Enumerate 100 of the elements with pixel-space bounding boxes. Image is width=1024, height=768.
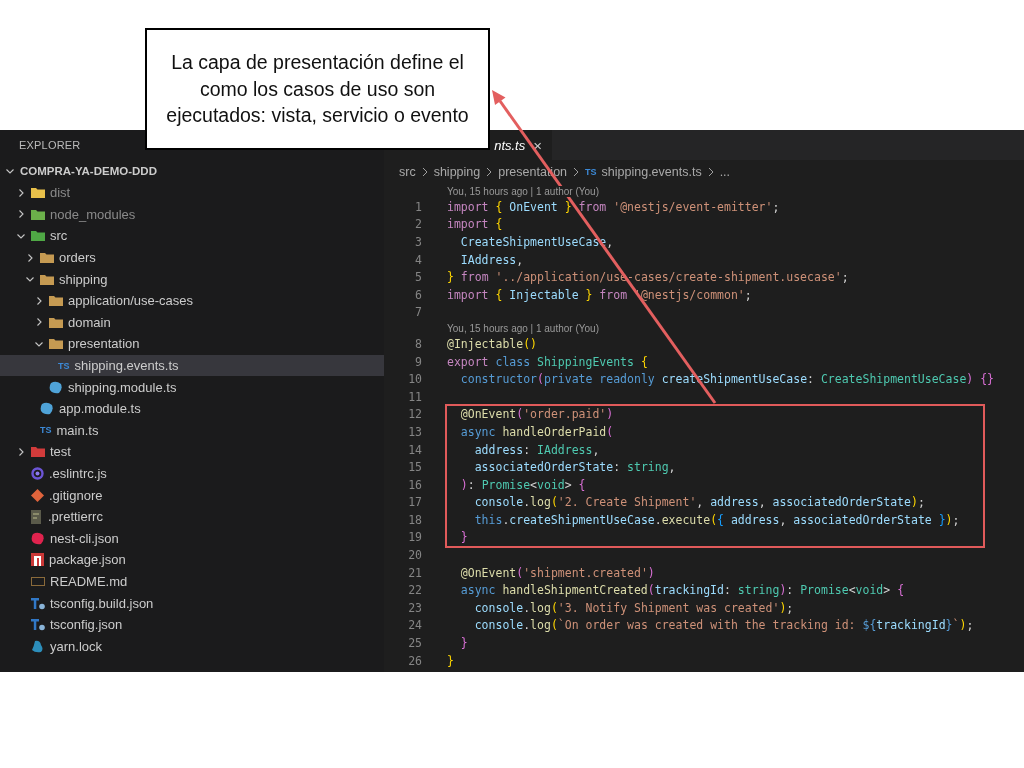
line-number: 21	[407, 565, 422, 580]
line-number: 1	[414, 199, 422, 214]
line-number: 13	[407, 424, 422, 439]
line-number: 7	[414, 305, 422, 320]
folder-item[interactable]: presentation	[0, 333, 384, 355]
blob-icon	[31, 531, 45, 545]
breadcrumb-item[interactable]: src	[399, 165, 416, 179]
file-item[interactable]: TS main.ts	[0, 419, 384, 442]
circle-icon	[31, 467, 44, 480]
folder-item[interactable]: dist	[0, 182, 384, 204]
panel-title: EXPLORER	[19, 139, 81, 151]
line-number: 18	[407, 512, 422, 527]
file-item[interactable]: tsconfig.build.json	[0, 592, 384, 614]
code-line: }	[447, 653, 454, 668]
blame-annotation[interactable]: You, 15 hours ago | 1 author (You)	[447, 185, 599, 197]
breadcrumb-item[interactable]: shipping.events.ts	[601, 165, 702, 179]
chevron-right-icon[interactable]	[34, 317, 44, 328]
code-line: address: IAddress,	[473, 442, 600, 457]
chevron-right-icon	[706, 167, 715, 177]
file-item[interactable]: yarn.lock	[0, 635, 384, 658]
line-number: 4	[414, 252, 422, 267]
line-number: 22	[407, 583, 422, 598]
code-line: console.log('2. Create Shipment', address, associatedOrderState);	[473, 495, 925, 510]
folder-item[interactable]: orders	[0, 246, 384, 269]
line-number: 10	[407, 372, 422, 387]
ts-file-icon: TS	[40, 425, 52, 436]
file-item[interactable]: tsconfig.json	[0, 613, 384, 636]
line-number: 3	[414, 235, 422, 249]
chevron-down-icon[interactable]	[16, 231, 26, 241]
blob-icon	[49, 380, 63, 394]
line-number: 19	[407, 530, 422, 545]
square-icon	[31, 553, 44, 567]
code-line: @OnEvent('order.paid')	[459, 407, 614, 422]
code-line: }	[459, 530, 468, 545]
line-number: 12	[407, 407, 422, 422]
line-number: 5	[414, 270, 422, 285]
code-line: console.log(`On order was created with the tracking id: ${trackingId}`);	[473, 618, 974, 633]
line-number: 16	[407, 477, 422, 492]
chevron-down-icon[interactable]	[5, 166, 15, 176]
file-item[interactable]: TS shipping.events.ts	[0, 354, 384, 377]
line-number: 6	[414, 287, 422, 302]
line-number: 24	[407, 618, 422, 633]
line-number: 2	[414, 217, 422, 232]
folder-item[interactable]: node_modules	[0, 203, 384, 226]
editor-tab[interactable]: nts.ts ×	[490, 130, 552, 160]
callout-box: La capa de presentación define el como los casos de uso son ejecutados: vista, servicio o evento	[145, 28, 490, 150]
chevron-right-icon	[420, 167, 429, 177]
tsconfig-icon	[31, 596, 45, 610]
blame-annotation[interactable]: You, 15 hours ago | 1 author (You)	[447, 322, 599, 334]
line-number: 8	[414, 336, 422, 351]
ts-file-icon: TS	[58, 360, 70, 371]
chevron-right-icon[interactable]	[16, 446, 26, 457]
line-number: 25	[407, 636, 422, 651]
tsconfig-icon	[31, 618, 45, 632]
diamond-icon	[31, 488, 44, 502]
rectangle-icon	[31, 577, 45, 586]
project-item[interactable]: COMPRA-YA-DEMO-DDD	[0, 160, 384, 182]
chevron-right-icon	[485, 167, 494, 177]
chevron-right-icon[interactable]	[16, 209, 26, 220]
file-item[interactable]: nest-cli.json	[0, 527, 384, 550]
folder-item[interactable]: src	[0, 225, 384, 247]
file-item[interactable]: README.md	[0, 570, 384, 593]
breadcrumb-item[interactable]: ...	[719, 165, 731, 179]
file-item[interactable]: shipping.module.ts	[0, 376, 384, 398]
file-item[interactable]: .eslintrc.js	[0, 462, 384, 485]
code-line: async handleShipmentCreated(trackingId: string): Promise<void> {	[459, 583, 905, 598]
line-number: 23	[407, 600, 422, 615]
chevron-right-icon[interactable]	[16, 187, 26, 198]
chevron-right-icon[interactable]	[34, 295, 44, 306]
code-line: this.createShipmentUseCase.execute({ address, associatedOrderState });	[473, 512, 960, 527]
ts-file-icon: TS	[585, 167, 597, 177]
file-item[interactable]: .gitignore	[0, 484, 384, 506]
line-number: 9	[414, 354, 422, 369]
chevron-right-icon	[572, 167, 581, 177]
file-item[interactable]: app.module.ts	[0, 397, 384, 420]
document-icon	[31, 509, 43, 524]
code-line: }	[459, 636, 468, 651]
code-line: @OnEvent('shipment.created')	[459, 565, 655, 580]
code-line: import { OnEvent } from '@nestjs/event-emitter';	[447, 199, 780, 214]
folder-item[interactable]: application/use-cases	[0, 289, 384, 312]
blob-icon	[40, 402, 54, 416]
folder-item[interactable]: domain	[0, 311, 384, 334]
folder-item[interactable]: test	[0, 441, 384, 463]
line-number: 26	[407, 653, 422, 668]
code-line: @Injectable()	[447, 336, 538, 351]
code-line: export class ShippingEvents {	[447, 354, 648, 369]
line-number: 14	[407, 442, 422, 457]
code-line: IAddress,	[459, 252, 524, 267]
close-icon[interactable]: ×	[533, 136, 542, 154]
code-line: associatedOrderState: string,	[473, 460, 676, 475]
file-item[interactable]: .prettierrc	[0, 505, 384, 528]
code-line: async handleOrderPaid(	[459, 424, 614, 439]
code-line: ): Promise<void> {	[459, 477, 586, 492]
breadcrumb-item[interactable]: shipping	[433, 165, 481, 179]
file-item[interactable]: package.json	[0, 549, 384, 571]
line-number: 11	[407, 389, 422, 404]
blob-icon	[31, 639, 45, 653]
line-number: 20	[407, 548, 422, 563]
folder-item[interactable]: shipping	[0, 268, 384, 290]
chevron-right-icon[interactable]	[25, 252, 35, 263]
